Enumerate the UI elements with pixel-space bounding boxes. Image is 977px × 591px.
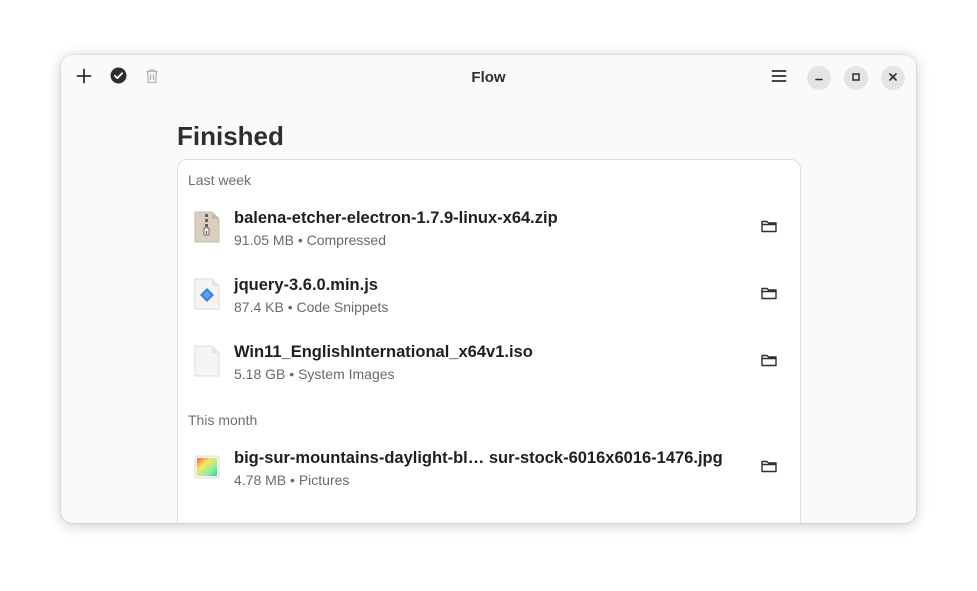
- folder-icon: [761, 353, 777, 372]
- minimize-button[interactable]: [807, 66, 831, 90]
- generic-file-icon: [194, 345, 220, 377]
- meta-separator: •: [297, 232, 303, 248]
- file-meta: 4.78 MB • Pictures: [234, 472, 349, 488]
- file-type: System Images: [298, 366, 395, 382]
- file-meta: 87.4 KB • Code Snippets: [234, 299, 388, 315]
- page-title: Finished: [177, 121, 284, 151]
- file-type: Compressed: [306, 232, 386, 248]
- file-type: Code Snippets: [296, 299, 389, 315]
- open-folder-button[interactable]: [758, 217, 780, 239]
- delete-button[interactable]: [139, 65, 165, 91]
- close-button[interactable]: [881, 66, 905, 90]
- file-name: balena-etcher-electron-1.7.9-linux-x64.z…: [234, 209, 558, 227]
- file-size: 4.78 MB: [234, 472, 287, 488]
- folder-icon: [761, 459, 777, 478]
- maximize-icon: [851, 69, 861, 87]
- file-size: 91.05 MB: [234, 232, 294, 248]
- open-folder-button[interactable]: [758, 457, 780, 479]
- app-window: Flow Finished Last week balena-etcher-el…: [61, 55, 916, 523]
- hamburger-menu-icon: [771, 68, 787, 89]
- file-name: big-sur-mountains-daylight-bl… sur-stock…: [234, 449, 723, 467]
- list-item[interactable]: big-sur-mountains-daylight-bl… sur-stock…: [178, 439, 800, 506]
- open-folder-button[interactable]: [758, 351, 780, 373]
- maximize-button[interactable]: [844, 66, 868, 90]
- open-folder-button[interactable]: [758, 284, 780, 306]
- list-item[interactable]: Win11_EnglishInternational_x64v1.iso 5.1…: [178, 333, 800, 400]
- folder-icon: [761, 286, 777, 305]
- javascript-file-icon: [194, 278, 220, 310]
- list-item[interactable]: balena-etcher-electron-1.7.9-linux-x64.z…: [178, 199, 800, 266]
- file-name: Win11_EnglishInternational_x64v1.iso: [234, 343, 533, 361]
- file-size: 87.4 KB: [234, 299, 284, 315]
- section-label-last-week: Last week: [188, 172, 252, 188]
- file-name: jquery-3.6.0.min.js: [234, 276, 378, 294]
- file-meta: 5.18 GB • System Images: [234, 366, 395, 382]
- file-type: Pictures: [298, 472, 350, 488]
- meta-separator: •: [290, 472, 295, 488]
- list-item[interactable]: jquery-3.6.0.min.js 87.4 KB • Code Snipp…: [178, 266, 800, 333]
- minimize-icon: [814, 69, 824, 87]
- trash-icon: [144, 68, 160, 89]
- image-file-icon: [194, 451, 220, 483]
- headerbar: Flow: [61, 55, 916, 101]
- meta-separator: •: [289, 366, 295, 382]
- select-mode-button[interactable]: [105, 65, 131, 91]
- downloads-list: Last week balena-etcher-electron-1.7.9-l…: [177, 159, 801, 523]
- file-size: 5.18 GB: [234, 366, 286, 382]
- folder-icon: [761, 219, 777, 238]
- main-menu-button[interactable]: [766, 65, 792, 91]
- section-label-this-month: This month: [188, 412, 258, 428]
- add-download-button[interactable]: [71, 65, 97, 91]
- check-circle-icon: [110, 67, 127, 89]
- file-meta: 91.05 MB • Compressed: [234, 232, 386, 248]
- close-icon: [888, 69, 898, 87]
- meta-separator: •: [287, 299, 293, 315]
- archive-file-icon: [194, 211, 220, 243]
- plus-icon: [76, 68, 92, 89]
